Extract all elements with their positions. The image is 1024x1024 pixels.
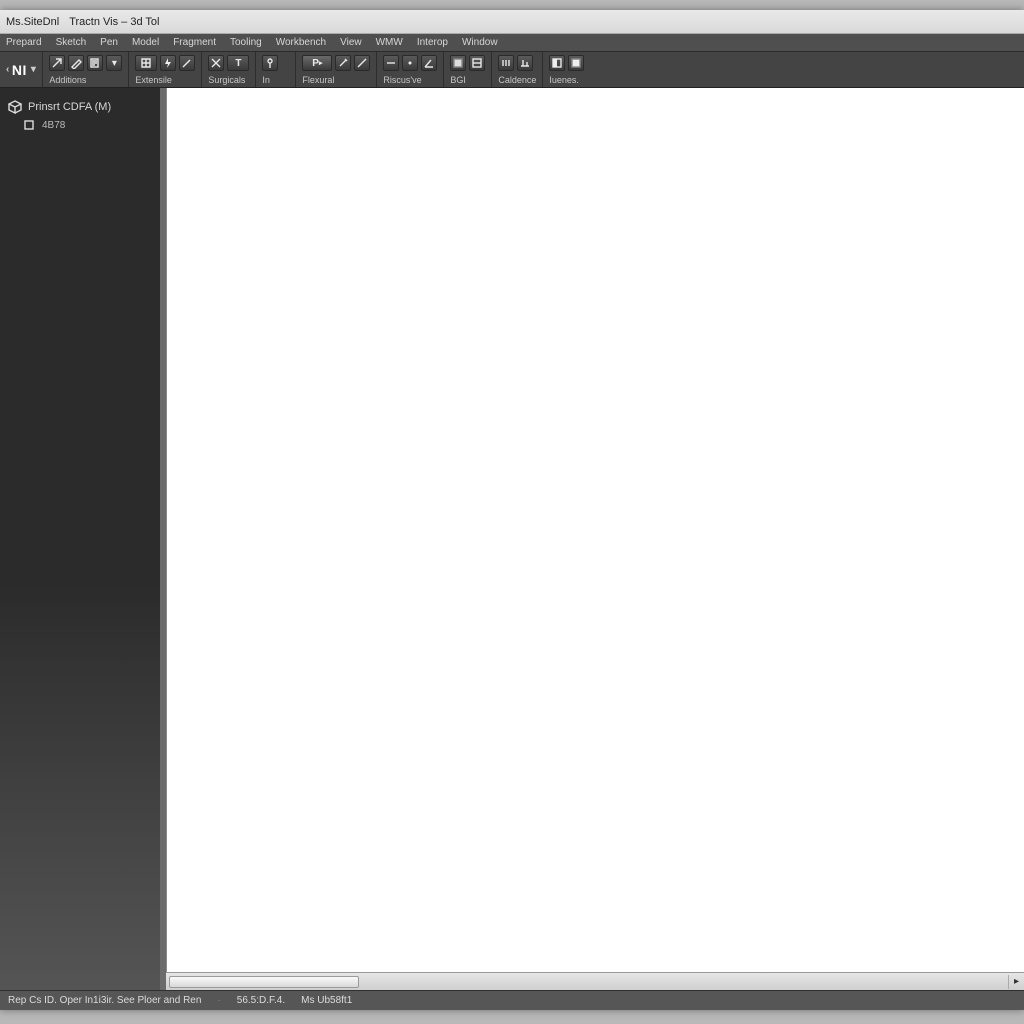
grid-icon[interactable] — [135, 55, 157, 71]
group-label: Flexural — [302, 74, 370, 86]
menu-sketch[interactable]: Sketch — [56, 37, 87, 48]
half-icon[interactable] — [549, 55, 565, 71]
square-icon[interactable] — [568, 55, 584, 71]
workspace: Prinsrt CDFA (M) 4B78 ▸ — [0, 88, 1024, 990]
menu-prepard[interactable]: Prepard — [6, 37, 42, 48]
menu-window[interactable]: Window — [462, 37, 498, 48]
pen-icon[interactable] — [179, 55, 195, 71]
arrow-ne-icon[interactable] — [49, 55, 65, 71]
bars-a-icon[interactable] — [498, 55, 514, 71]
ribbon-group-caldence: Caldence — [491, 52, 542, 87]
title-left: Ms.SiteDnl — [6, 16, 59, 28]
part-icon — [22, 118, 36, 132]
menu-bar: Prepard Sketch Pen Model Fragment Toolin… — [0, 34, 1024, 52]
drawing-canvas[interactable] — [166, 88, 1024, 972]
menu-interop[interactable]: Interop — [417, 37, 448, 48]
flag-p-icon[interactable]: P▸ — [302, 55, 332, 71]
angle-icon[interactable] — [421, 55, 437, 71]
title-bar: Ms.SiteDnl Tractn Vis – 3d Tol — [0, 10, 1024, 34]
app-window: Ms.SiteDnl Tractn Vis – 3d Tol Prepard S… — [0, 10, 1024, 1010]
app-brand[interactable]: ‹ NI ▾ — [2, 52, 42, 87]
dot-icon[interactable] — [402, 55, 418, 71]
tool-icon[interactable] — [335, 55, 351, 71]
text-icon[interactable]: T — [227, 55, 249, 71]
brand-label: NI — [12, 62, 27, 78]
menu-workbench[interactable]: Workbench — [276, 37, 326, 48]
chevron-left-icon: ‹ — [6, 64, 10, 75]
group-label: Surgicals — [208, 74, 249, 86]
cube-icon — [8, 100, 22, 114]
ribbon-group-in: In — [255, 52, 295, 87]
tree-child-label: 4B78 — [42, 120, 65, 131]
group-label: Extensile — [135, 74, 195, 86]
menu-wmw[interactable]: WMW — [376, 37, 403, 48]
status-left: Rep Cs ID. Oper In1i3ir. See Ploer and R… — [8, 995, 201, 1006]
status-mid2: Ms Ub58ft1 — [301, 995, 352, 1006]
menu-pen[interactable]: Pen — [100, 37, 118, 48]
dash-icon[interactable] — [383, 55, 399, 71]
chevron-down-icon: ▾ — [31, 64, 37, 75]
group-label: Caldence — [498, 74, 536, 86]
pen-icon[interactable] — [354, 55, 370, 71]
status-separator: · — [217, 995, 220, 1006]
ribbon-group-extensile: Extensile — [128, 52, 201, 87]
status-mid1: 56.5:D.F.4. — [237, 995, 285, 1006]
chevron-down-icon[interactable]: ▾ — [106, 55, 122, 71]
tree-child-node[interactable]: 4B78 — [8, 116, 152, 134]
group-label: Additions — [49, 74, 122, 86]
pin-icon[interactable] — [262, 55, 278, 71]
square-b-icon[interactable] — [469, 55, 485, 71]
tree-root-node[interactable]: Prinsrt CDFA (M) — [8, 98, 152, 116]
tree-root-label: Prinsrt CDFA (M) — [28, 101, 111, 113]
square-a-icon[interactable] — [450, 55, 466, 71]
scrollbar-thumb[interactable] — [169, 976, 359, 988]
ribbon-group-bgi: BGI — [443, 52, 491, 87]
bolt-icon[interactable] — [160, 55, 176, 71]
menu-view[interactable]: View — [340, 37, 362, 48]
title-right: Tractn Vis – 3d Tol — [69, 16, 159, 28]
canvas-area: ▸ — [160, 88, 1024, 990]
bars-b-icon[interactable] — [517, 55, 533, 71]
sheet-icon[interactable] — [87, 55, 103, 71]
horizontal-scrollbar[interactable]: ▸ — [166, 972, 1024, 990]
ribbon-group-flexural: P▸ Flexural — [295, 52, 376, 87]
pen-icon[interactable] — [68, 55, 84, 71]
group-label: In — [262, 74, 289, 86]
ribbon-toolbar: ‹ NI ▾ ▾ Additions Extensile — [0, 52, 1024, 88]
menu-tooling[interactable]: Tooling — [230, 37, 262, 48]
ribbon-group-additions: ▾ Additions — [42, 52, 128, 87]
menu-fragment[interactable]: Fragment — [173, 37, 216, 48]
status-bar: Rep Cs ID. Oper In1i3ir. See Ploer and R… — [0, 990, 1024, 1010]
cut-icon[interactable] — [208, 55, 224, 71]
ribbon-group-iuenes: Iuenes. — [542, 52, 590, 87]
menu-model[interactable]: Model — [132, 37, 159, 48]
group-label: BGI — [450, 74, 485, 86]
ribbon-group-surgicals: T Surgicals — [201, 52, 255, 87]
model-tree-panel: Prinsrt CDFA (M) 4B78 — [0, 88, 160, 990]
group-label: Iuenes. — [549, 74, 584, 86]
group-label: Riscus've — [383, 74, 437, 86]
ribbon-group-riscusve: Riscus've — [376, 52, 443, 87]
scroll-right-icon[interactable]: ▸ — [1008, 975, 1024, 989]
